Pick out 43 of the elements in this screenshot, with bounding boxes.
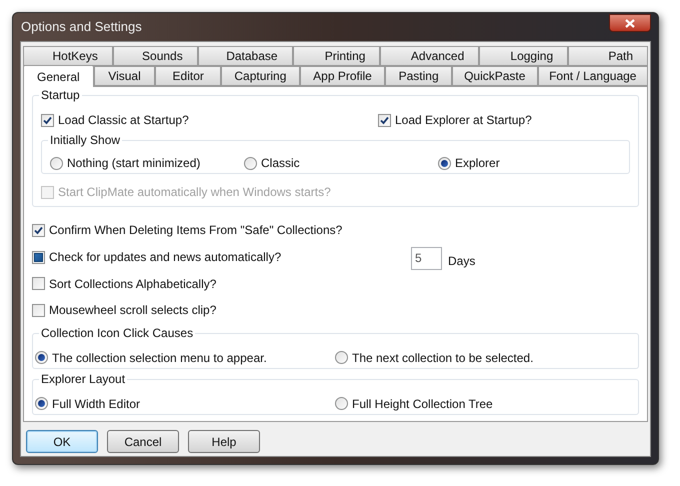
check-icon: [380, 116, 389, 124]
checkbox[interactable]: Check for updates and news automatically?: [32, 248, 411, 266]
days-field[interactable]: 5: [411, 246, 442, 270]
tab[interactable]: Printing: [292, 46, 380, 66]
unit-label: Days: [448, 253, 476, 270]
checkbox[interactable]: Load Explorer at Startup?: [378, 111, 532, 129]
close-icon: [625, 18, 635, 28]
check-icon: [34, 226, 43, 234]
tab[interactable]: Logging: [479, 46, 568, 66]
radio-button[interactable]: Full Height Collection Tree: [335, 393, 493, 414]
group-label: Collection Icon Click Causes: [39, 327, 196, 340]
tab[interactable]: Path: [568, 46, 648, 66]
dialog-button[interactable]: Help: [188, 430, 260, 453]
group-label: Initially Show: [48, 134, 122, 147]
window-title: Options and Settings: [20, 18, 142, 36]
check-icon: [43, 116, 52, 124]
tab[interactable]: Capturing: [221, 66, 300, 86]
tab[interactable]: Database: [198, 46, 293, 66]
radio-button[interactable]: Full Width Editor: [35, 393, 335, 414]
radio-button[interactable]: The collection selection menu to appear.: [35, 347, 335, 368]
checkbox[interactable]: Sort Collections Alphabetically?: [32, 274, 411, 292]
group-label: Explorer Layout: [39, 373, 128, 386]
tab[interactable]: Visual: [94, 66, 156, 86]
checkbox[interactable]: Load Classic at Startup?: [41, 111, 378, 129]
tab[interactable]: Font / Language: [538, 66, 648, 86]
tab[interactable]: Sounds: [112, 46, 198, 66]
close-button[interactable]: [609, 14, 651, 32]
tab[interactable]: Editor: [155, 66, 222, 86]
tab[interactable]: HotKeys: [23, 46, 113, 66]
checkbox[interactable]: Confirm When Deleting Items From "Safe" Collections?: [32, 221, 411, 239]
checkbox[interactable]: Mousewheel scroll selects clip?: [32, 301, 411, 319]
dialog-button[interactable]: Cancel: [107, 430, 179, 453]
radio-button[interactable]: Explorer: [438, 153, 618, 173]
radio-button[interactable]: Classic: [244, 153, 438, 173]
radio-button[interactable]: The next collection to be selected.: [335, 347, 534, 368]
tab[interactable]: Pasting: [385, 66, 452, 86]
tab[interactable]: QuickPaste: [452, 66, 538, 86]
group-label: Startup: [39, 89, 82, 102]
tab[interactable]: General: [23, 65, 94, 87]
radio-button[interactable]: Nothing (start minimized): [50, 153, 244, 173]
tab[interactable]: Advanced: [380, 46, 480, 66]
tab[interactable]: App Profile: [300, 66, 386, 86]
dialog-button[interactable]: OK: [26, 430, 98, 453]
